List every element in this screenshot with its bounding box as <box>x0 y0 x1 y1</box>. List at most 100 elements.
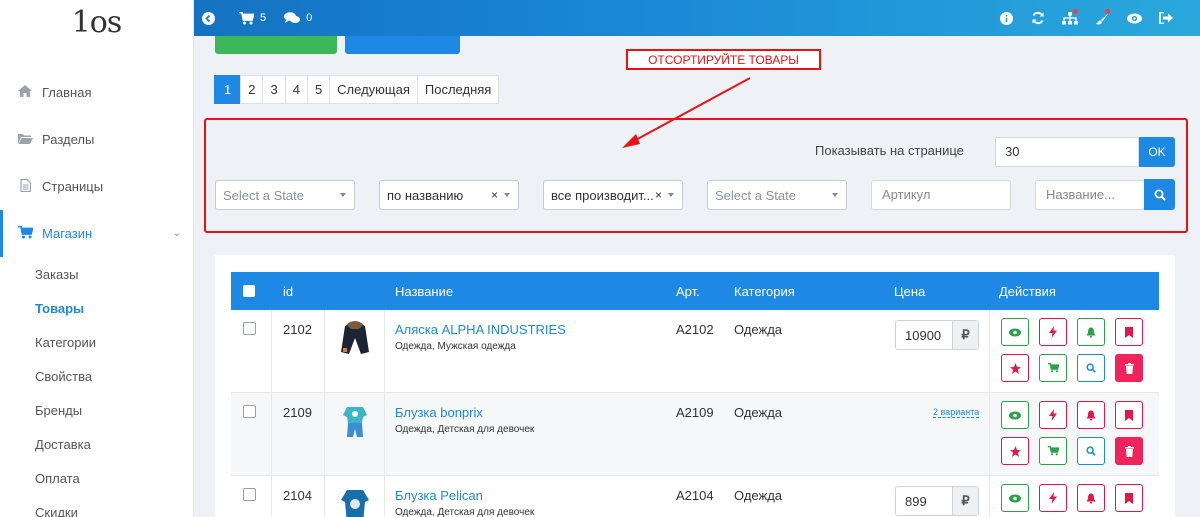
search-button[interactable] <box>1144 179 1175 210</box>
page-1[interactable]: 1 <box>214 75 242 104</box>
cart-icon <box>17 225 34 242</box>
in-stock-button[interactable] <box>1039 354 1067 382</box>
per-page-label: Показывать на странице <box>815 143 964 158</box>
sidebar-item-sections[interactable]: Разделы <box>0 116 193 163</box>
hit-toggle-button[interactable] <box>1039 318 1067 346</box>
page-4[interactable]: 4 <box>284 75 308 104</box>
sidebar-item-label: Главная <box>42 85 92 100</box>
submenu-item-categories[interactable]: Категории <box>0 325 193 359</box>
page-5[interactable]: 5 <box>306 75 331 104</box>
search-product-button[interactable] <box>1077 437 1105 465</box>
tools-button[interactable] <box>1086 8 1118 25</box>
row-checkbox[interactable] <box>243 322 256 335</box>
submenu-item-delivery[interactable]: Доставка <box>0 427 193 461</box>
search-product-button[interactable] <box>1077 354 1105 382</box>
cart-button[interactable]: 5 <box>239 11 266 25</box>
submenu-item-brands[interactable]: Бренды <box>0 393 193 427</box>
page-2[interactable]: 2 <box>240 75 264 104</box>
sidebar-item-pages[interactable]: Страницы <box>0 163 193 210</box>
new-toggle-button[interactable] <box>1077 401 1105 429</box>
eye-icon <box>1009 411 1021 419</box>
featured-button[interactable] <box>1001 354 1029 382</box>
price-value: 10900 <box>905 328 942 343</box>
product-categories: Одежда, Мужская одежда <box>395 341 516 352</box>
sidebar-item-label: Магазин <box>42 226 93 241</box>
submenu-item-discounts[interactable]: Скидки <box>0 495 193 517</box>
product-thumbnail[interactable] <box>335 318 375 358</box>
cart-icon <box>1047 446 1059 456</box>
in-stock-button[interactable] <box>1039 437 1067 465</box>
submenu-item-properties[interactable]: Свойства <box>0 359 193 393</box>
manufacturer-select-value: все производит... <box>551 187 654 203</box>
featured-button[interactable] <box>1001 437 1029 465</box>
bookmark-button[interactable] <box>1115 484 1143 512</box>
hit-toggle-button[interactable] <box>1039 401 1067 429</box>
clear-icon[interactable]: × <box>491 188 498 202</box>
logout-button[interactable] <box>1150 12 1182 24</box>
row-checkbox[interactable] <box>243 405 256 418</box>
submenu-item-products[interactable]: Товары <box>0 291 193 325</box>
bell-icon <box>1086 493 1096 504</box>
article-input[interactable]: Артикул <box>871 180 1011 210</box>
select-all-checkbox[interactable] <box>243 285 255 297</box>
file-icon <box>17 178 33 195</box>
home-icon <box>17 85 33 100</box>
submenu-item-payment[interactable]: Оплата <box>0 461 193 495</box>
header-name[interactable]: Название <box>395 284 453 299</box>
product-name-link[interactable]: Блузка bonprix <box>395 405 483 420</box>
sitemap-button[interactable] <box>1054 8 1086 25</box>
add-product-button[interactable] <box>215 36 337 54</box>
header-id[interactable]: id <box>283 284 293 299</box>
refresh-button[interactable] <box>1022 11 1054 25</box>
view-button[interactable] <box>1001 484 1029 512</box>
new-toggle-button[interactable] <box>1077 318 1105 346</box>
row-category: Одежда <box>734 405 783 420</box>
comments-button[interactable]: 0 <box>284 12 312 24</box>
delete-button[interactable] <box>1115 354 1143 382</box>
last-page[interactable]: Последняя <box>416 75 500 104</box>
clear-icon[interactable]: × <box>655 188 662 202</box>
header-category[interactable]: Категория <box>734 284 795 299</box>
cart-icon <box>1047 363 1059 373</box>
info-button[interactable] <box>990 11 1022 25</box>
manufacturer-select[interactable]: все производит... × <box>543 180 683 210</box>
submenu-item-orders[interactable]: Заказы <box>0 257 193 291</box>
logo[interactable]: 1os <box>0 0 193 45</box>
product-thumbnail[interactable] <box>335 484 375 517</box>
bookmark-button[interactable] <box>1115 318 1143 346</box>
price-input[interactable]: 899 ₽ <box>895 486 979 516</box>
back-button[interactable] <box>202 11 221 25</box>
secondary-action-button[interactable] <box>345 36 460 54</box>
per-page-input[interactable]: 30 <box>995 137 1139 167</box>
view-button[interactable] <box>1001 401 1029 429</box>
product-name-link[interactable]: Блузка Pelican <box>395 488 483 503</box>
price-variants-link[interactable]: 2 варианта <box>933 407 980 418</box>
state-select-1[interactable]: Select a State <box>215 180 355 210</box>
sidebar-item-shop[interactable]: Магазин ⌄ <box>0 210 193 257</box>
sidebar: 1os Главная Разделы Страницы Магазин ⌄ З… <box>0 0 194 517</box>
header-art[interactable]: Арт. <box>676 284 700 299</box>
state-select-2[interactable]: Select a State <box>707 180 847 210</box>
hit-toggle-button[interactable] <box>1039 484 1067 512</box>
annotation-callout: ОТСОРТИРУЙТЕ ТОВАРЫ <box>626 49 821 70</box>
preview-button[interactable] <box>1118 13 1150 24</box>
product-name-link[interactable]: Аляска ALPHA INDUSTRIES <box>395 322 566 337</box>
sort-select[interactable]: по названию × <box>379 180 519 210</box>
new-toggle-button[interactable] <box>1077 484 1105 512</box>
next-page[interactable]: Следующая <box>329 75 418 104</box>
sidebar-item-home[interactable]: Главная <box>0 69 193 116</box>
table-row: 2104 Блузка Pelican Одежда, Детская для … <box>231 476 1159 517</box>
delete-button[interactable] <box>1115 437 1143 465</box>
bookmark-button[interactable] <box>1115 401 1143 429</box>
row-checkbox[interactable] <box>243 488 256 501</box>
page-3[interactable]: 3 <box>262 75 286 104</box>
product-categories: Одежда, Детская для девочек <box>395 424 535 435</box>
header-price[interactable]: Цена <box>894 284 925 299</box>
trash-icon <box>1124 445 1134 457</box>
name-search-input[interactable]: Название... <box>1035 180 1145 210</box>
price-input[interactable]: 10900 ₽ <box>895 320 979 350</box>
view-button[interactable] <box>1001 318 1029 346</box>
product-thumbnail[interactable] <box>335 401 375 441</box>
eye-icon <box>1009 494 1021 502</box>
per-page-ok-button[interactable]: OK <box>1139 137 1175 167</box>
